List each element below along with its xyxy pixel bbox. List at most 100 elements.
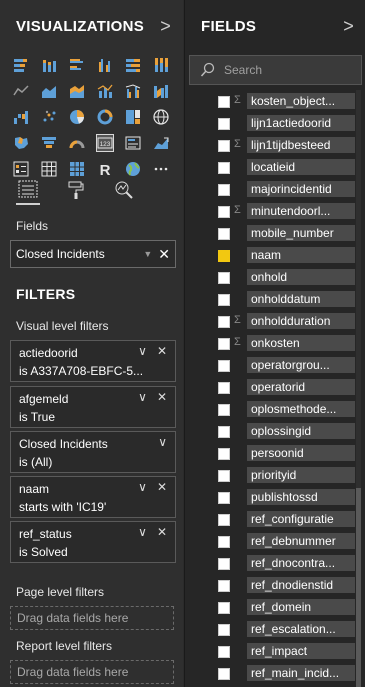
checkbox-icon[interactable]: [218, 316, 230, 328]
donut-icon[interactable]: [97, 109, 113, 125]
filter-card[interactable]: Closed Incidents is (All) ∨: [10, 431, 176, 473]
filter-card[interactable]: ref_status is Solved ∨ ✕: [10, 521, 176, 563]
chevron-down-icon[interactable]: ∨: [158, 435, 167, 449]
field-list-item[interactable]: naam: [185, 244, 357, 266]
checkbox-icon[interactable]: [218, 184, 230, 196]
fields-well[interactable]: Closed Incidents ▼ ✕: [10, 240, 176, 268]
field-list-item[interactable]: ref_configuratie: [185, 508, 357, 530]
field-list-item[interactable]: ref_impact: [185, 640, 357, 662]
line-clustered-column-icon[interactable]: [125, 83, 141, 99]
map-icon[interactable]: [153, 109, 169, 125]
field-list-item[interactable]: operatorid: [185, 376, 357, 398]
close-icon[interactable]: ✕: [157, 390, 167, 404]
field-list-item[interactable]: onholddatum: [185, 288, 357, 310]
checkbox-icon[interactable]: [218, 360, 230, 372]
field-list-item[interactable]: Σ onkosten: [185, 332, 357, 354]
checkbox-icon[interactable]: [218, 96, 230, 108]
area-chart-icon[interactable]: [41, 83, 57, 99]
line-column-icon[interactable]: [97, 83, 113, 99]
report-filters-drop-zone[interactable]: Drag data fields here: [10, 660, 174, 684]
field-list-item[interactable]: priorityid: [185, 464, 357, 486]
field-list-item[interactable]: ref_dnodienstid: [185, 574, 357, 596]
100-column-icon[interactable]: [153, 57, 169, 73]
field-list-item[interactable]: Σ kosten_object...: [185, 90, 357, 112]
card-icon[interactable]: 123: [96, 134, 114, 152]
field-list-item[interactable]: ref_escalation...: [185, 618, 357, 640]
chevron-down-icon[interactable]: ∨: [138, 390, 147, 404]
chevron-down-icon[interactable]: ∨: [138, 344, 147, 358]
chevron-down-icon[interactable]: ▼: [143, 249, 152, 259]
field-list-item[interactable]: Σ onholdduration: [185, 310, 357, 332]
stacked-area-icon[interactable]: [69, 83, 85, 99]
treemap-icon[interactable]: [125, 109, 141, 125]
checkbox-icon[interactable]: [218, 536, 230, 548]
field-list-item[interactable]: onhold: [185, 266, 357, 288]
gauge-icon[interactable]: [69, 135, 85, 151]
filled-map-icon[interactable]: [13, 135, 29, 151]
field-list-item[interactable]: ref_dnocontra...: [185, 552, 357, 574]
line-chart-icon[interactable]: [13, 83, 29, 99]
field-list-item[interactable]: publishtossd: [185, 486, 357, 508]
close-icon[interactable]: ✕: [157, 525, 167, 539]
chevron-down-icon[interactable]: ∨: [138, 525, 147, 539]
page-filters-drop-zone[interactable]: Drag data fields here: [10, 606, 174, 630]
stacked-column-icon[interactable]: [41, 57, 57, 73]
checkbox-icon[interactable]: [218, 162, 230, 174]
checkbox-icon[interactable]: [218, 294, 230, 306]
filter-card[interactable]: naam starts with 'IC19' ∨ ✕: [10, 476, 176, 518]
checkbox-icon[interactable]: [218, 492, 230, 504]
field-list-item[interactable]: lijn1actiedoorid: [185, 112, 357, 134]
checkbox-icon[interactable]: [218, 140, 230, 152]
pie-icon[interactable]: [69, 109, 85, 125]
field-list-item[interactable]: ref_debnummer: [185, 530, 357, 552]
fields-tool-icon[interactable]: [16, 175, 40, 205]
checkbox-icon[interactable]: [218, 624, 230, 636]
checkbox-icon[interactable]: [218, 580, 230, 592]
field-list-item[interactable]: ref_main_incid...: [185, 662, 357, 684]
checkbox-icon[interactable]: [218, 668, 230, 680]
field-list-item[interactable]: majorincidentid: [185, 178, 357, 200]
close-icon[interactable]: ✕: [157, 344, 167, 358]
scatter-icon[interactable]: [41, 109, 57, 125]
checkbox-icon[interactable]: [218, 338, 230, 350]
field-list-item[interactable]: ref_domein: [185, 596, 357, 618]
kpi-icon[interactable]: [153, 135, 169, 151]
clustered-bar-icon[interactable]: [69, 57, 85, 73]
field-list-item[interactable]: Σ lijn1tijdbesteed: [185, 134, 357, 156]
checkbox-icon[interactable]: [218, 118, 230, 130]
field-list-item[interactable]: mobile_number: [185, 222, 357, 244]
checkbox-icon[interactable]: [218, 514, 230, 526]
checkbox-icon[interactable]: [218, 272, 230, 284]
collapse-fields-chevron-icon[interactable]: >: [343, 16, 354, 37]
checked-checkbox-icon[interactable]: [218, 250, 230, 262]
fields-scrollbar-thumb[interactable]: [356, 488, 361, 687]
field-list-item[interactable]: oplossingid: [185, 420, 357, 442]
checkbox-icon[interactable]: [218, 404, 230, 416]
checkbox-icon[interactable]: [218, 382, 230, 394]
checkbox-icon[interactable]: [218, 228, 230, 240]
funnel-icon[interactable]: [41, 135, 57, 151]
field-list-item[interactable]: Σ minutendoorl...: [185, 200, 357, 222]
search-input[interactable]: Search: [189, 55, 362, 85]
checkbox-icon[interactable]: [218, 426, 230, 438]
checkbox-icon[interactable]: [218, 206, 230, 218]
clustered-column-icon[interactable]: [97, 57, 113, 73]
waterfall-icon[interactable]: [13, 109, 29, 125]
ribbon-chart-icon[interactable]: [153, 83, 169, 99]
100-bar-icon[interactable]: [125, 57, 141, 73]
stacked-bar-icon[interactable]: [13, 57, 29, 73]
collapse-visualizations-chevron-icon[interactable]: >: [160, 16, 171, 37]
filter-card[interactable]: afgemeld is True ∨ ✕: [10, 386, 176, 428]
checkbox-icon[interactable]: [218, 602, 230, 614]
field-list-item[interactable]: oplosmethode...: [185, 398, 357, 420]
checkbox-icon[interactable]: [218, 558, 230, 570]
field-list-item[interactable]: persoonid: [185, 442, 357, 464]
close-icon[interactable]: ✕: [157, 480, 167, 494]
close-icon[interactable]: ✕: [158, 246, 170, 263]
checkbox-icon[interactable]: [218, 470, 230, 482]
checkbox-icon[interactable]: [218, 646, 230, 658]
filter-card[interactable]: actiedoorid is A337A708-EBFC-5... ∨ ✕: [10, 340, 176, 382]
chevron-down-icon[interactable]: ∨: [138, 480, 147, 494]
analytics-magnifier-icon[interactable]: [112, 176, 136, 204]
field-list-item[interactable]: locatieid: [185, 156, 357, 178]
